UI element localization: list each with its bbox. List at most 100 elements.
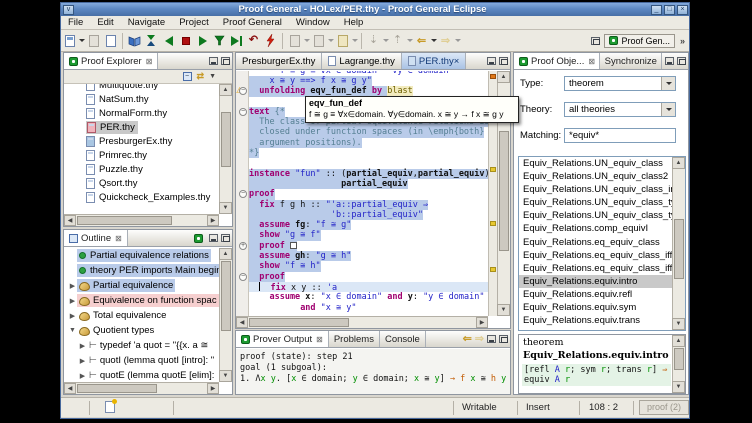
maximize-view-icon[interactable] <box>677 57 686 65</box>
outline-vscrollbar[interactable]: ▲ ▼ <box>219 248 232 382</box>
type-combo[interactable]: theorem <box>564 76 676 91</box>
close-tab-icon[interactable]: ⊠ <box>316 335 323 344</box>
code-line[interactable]: show "f ≅ h" <box>249 261 488 271</box>
expand-arrow-icon[interactable]: ▼ <box>68 327 77 334</box>
print-button[interactable] <box>103 33 118 49</box>
expand-arrow-icon[interactable]: ▶ <box>78 342 87 350</box>
explorer-item-Multiquote.thy[interactable]: Multiquote.thy <box>64 84 219 92</box>
code-line[interactable]: proof <box>249 272 488 282</box>
code-line[interactable]: proof <box>249 241 488 251</box>
explorer-item-Qsort.thy[interactable]: Qsort.thy <box>64 176 219 190</box>
minimize-view-icon[interactable] <box>665 57 674 65</box>
menu-file[interactable]: File <box>61 16 90 30</box>
menu-edit[interactable]: Edit <box>90 16 120 30</box>
theorem-list-item[interactable]: Equiv_Relations.equiv.intro <box>519 275 685 288</box>
interrupt-button[interactable] <box>263 33 278 49</box>
theorem-list-item[interactable]: Equiv_Relations.UN_equiv_class_type2 <box>519 209 685 222</box>
explorer-item-NormalForm.thy[interactable]: NormalForm.thy <box>64 106 219 120</box>
outline-item[interactable]: ▼Quotient types <box>64 323 219 338</box>
retract-button[interactable]: ↶ <box>246 33 261 49</box>
maximize-view-icon[interactable] <box>221 57 230 65</box>
close-button[interactable]: × <box>677 5 688 15</box>
code-line[interactable]: *} <box>249 148 488 158</box>
code-line[interactable]: assume x: "x ∈ domain" and y: "y ∈ domai… <box>249 292 488 302</box>
explorer-vscrollbar[interactable]: ▲ ▼ <box>219 84 232 214</box>
perspective-overflow-chevron[interactable]: » <box>680 36 685 46</box>
theorem-list-item[interactable]: Equiv_Relations.eq_equiv_class_iff2 <box>519 262 685 275</box>
goto-button[interactable] <box>212 33 227 49</box>
code-line[interactable]: proof <box>249 189 488 199</box>
explorer-item-PresburgerEx.thy[interactable]: PresburgerEx.thy <box>64 134 219 148</box>
explorer-item-PER.thy[interactable]: PER.thy <box>64 120 219 134</box>
expand-arrow-icon[interactable]: ▶ <box>68 312 77 320</box>
explorer-item-Primrec.thy[interactable]: Primrec.thy <box>64 148 219 162</box>
fold-expand-icon[interactable]: + <box>239 242 247 250</box>
perspective-switcher-icon[interactable] <box>591 37 600 45</box>
minimize-view-icon[interactable] <box>209 234 218 242</box>
theorem-list-item[interactable]: Equiv_Relations.UN_equiv_class_inject <box>519 183 685 196</box>
code-line[interactable]: argument positions). <box>249 138 488 148</box>
previous-annotation-button[interactable]: ⇡ <box>390 33 405 49</box>
theorem-list-item[interactable]: Equiv_Relations.equiv.refl <box>519 288 685 301</box>
run-to-end-button[interactable] <box>229 33 244 49</box>
menu-proof-general[interactable]: Proof General <box>216 16 289 30</box>
tab-outline[interactable]: Outline ⊠ <box>64 230 128 246</box>
code-line[interactable]: show "g ≅ f" <box>249 230 488 240</box>
minimize-view-icon[interactable] <box>209 57 218 65</box>
close-tab-icon[interactable]: ⊠ <box>588 57 595 66</box>
disabled-action-button-3[interactable] <box>335 33 350 49</box>
maximize-view-icon[interactable] <box>499 57 508 65</box>
close-tab-icon[interactable]: ⊠ <box>146 57 153 66</box>
tab-proof-explorer[interactable]: Proof Explorer ⊠ <box>64 53 158 69</box>
editor-tab-PresburgerEx.thy[interactable]: PresburgerEx.thy <box>236 53 322 69</box>
fast-view-icon[interactable] <box>105 401 115 413</box>
new-dropdown-icon[interactable] <box>79 39 85 42</box>
theorem-list-item[interactable]: Equiv_Relations.comp_equivI <box>519 222 685 235</box>
tab-prover-output[interactable]: Prover Output⊠ <box>236 331 329 347</box>
close-tab-icon[interactable]: ⊠ <box>115 234 122 243</box>
menu-navigate[interactable]: Navigate <box>121 16 173 30</box>
tab-console[interactable]: Console <box>380 331 426 347</box>
menu-window[interactable]: Window <box>289 16 337 30</box>
code-line[interactable]: assume fg: "f ≅ g" <box>249 220 488 230</box>
fold-collapse-icon[interactable]: − <box>239 108 247 116</box>
maximize-view-icon[interactable] <box>499 335 508 343</box>
collapse-all-icon[interactable]: − <box>183 72 192 81</box>
theory-combo[interactable]: all theories <box>564 102 676 117</box>
code-line[interactable]: and "x ≅ y" <box>249 303 488 313</box>
code-line[interactable]: closed under function spaces (in \emph{b… <box>249 127 488 137</box>
code-line[interactable]: 'b::partial_equiv" <box>249 210 488 220</box>
editor-hscrollbar[interactable]: ◀ ▶ <box>236 316 488 328</box>
outline-item[interactable]: Partial equivalence relations <box>64 248 219 263</box>
next-step-button[interactable] <box>195 33 210 49</box>
outline-item[interactable]: ▶⊢typedef 'a quot = "{{x. a ≅ <box>64 338 219 353</box>
fold-collapse-icon[interactable]: − <box>239 273 247 281</box>
tab-problems[interactable]: Problems <box>329 331 380 347</box>
tab-proof-obje-[interactable]: Proof Obje...⊠ <box>514 53 600 69</box>
save-button[interactable] <box>86 33 101 49</box>
window-menu-button[interactable]: v <box>63 5 74 15</box>
minimize-button[interactable]: _ <box>651 5 662 15</box>
previous-output-icon[interactable]: ⇐ <box>463 334 472 344</box>
theorem-list-item[interactable]: Equiv_Relations.equiv.trans <box>519 314 685 327</box>
code-line[interactable]: partial_equiv <box>249 179 488 189</box>
editor-tab-Lagrange.thy[interactable]: Lagrange.thy <box>322 53 401 69</box>
code-line[interactable]: fix f g h :: "'a::partial_equiv ⇒ <box>249 200 488 210</box>
code-line[interactable]: x ≅ y ==> f x ≅ g y" <box>249 76 488 86</box>
matching-input[interactable]: *equiv* <box>564 128 676 143</box>
explorer-hscrollbar[interactable]: ◀ ▶ <box>64 214 219 226</box>
theorem-list-item[interactable]: Equiv_Relations.UN_equiv_class <box>519 157 685 170</box>
theorem-list-item[interactable]: Equiv_Relations.eq_equiv_class_iff <box>519 249 685 262</box>
disabled-action-button-2[interactable] <box>311 33 326 49</box>
outline-item[interactable]: theory PER imports Main begin <box>64 263 219 278</box>
minimize-view-icon[interactable] <box>487 57 496 65</box>
theorem-list-item[interactable]: Equiv_Relations.equiv.sym <box>519 301 685 314</box>
forward-button[interactable]: ⇒ <box>438 33 453 49</box>
theory-dropdown-icon[interactable] <box>661 103 675 116</box>
detail-scrollbar[interactable]: ▲ ▼ <box>672 335 685 393</box>
close-tab-icon[interactable]: × <box>454 56 460 67</box>
undo-step-button[interactable] <box>161 33 176 49</box>
tab-synchronize[interactable]: Synchronize <box>600 53 662 69</box>
code-line[interactable] <box>249 158 488 168</box>
outline-item[interactable]: ▶⊢quotI (lemma quotI [intro]: " <box>64 353 219 368</box>
